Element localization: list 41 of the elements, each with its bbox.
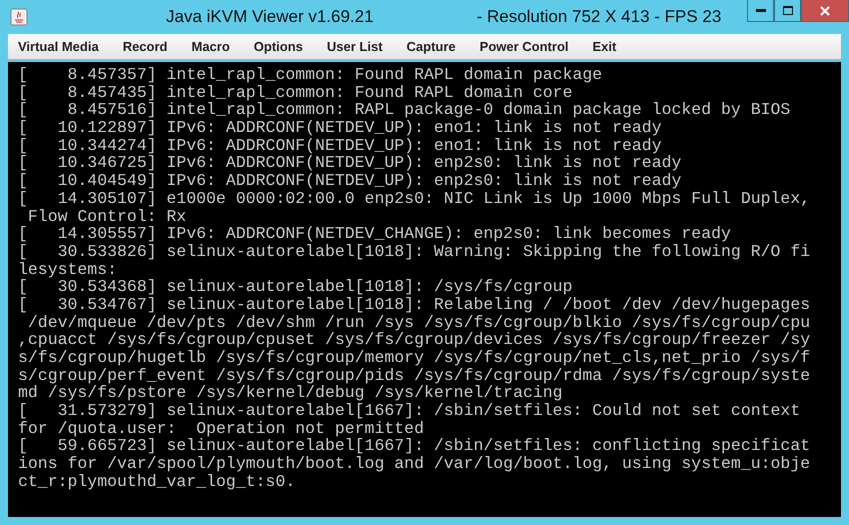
menu-item[interactable]: Capture: [406, 39, 466, 54]
menu-item[interactable]: User List: [326, 39, 393, 54]
java-app-icon: [10, 8, 28, 26]
console-line: lesystems:: [18, 260, 118, 278]
console-line: for /quota.user: Operation not permitted: [18, 420, 425, 438]
window-subtitle: - Resolution 752 X 413 - FPS 23: [476, 7, 722, 27]
console-line: [ 10.346725] IPv6: ADDRCONF(NETDEV_UP): enp2s0: link is not ready: [18, 154, 682, 172]
console-line: [ 10.122897] IPv6: ADDRCONF(NETDEV_UP): eno1: link is not ready: [18, 119, 663, 137]
console-line: [ 14.305107] e1000e 0000:02:00.0 enp2s0: NIC Link is Up 1000 Mbps Full Duplex,: [18, 190, 812, 208]
console-line: /dev/mqueue /dev/pts /dev/shm /run /sys /sys/fs/cgroup/blkio /sys/fs/cgroup/cpu: [26, 314, 812, 332]
menu-item[interactable]: Power Control: [480, 39, 578, 54]
maximize-icon: [782, 6, 792, 15]
console-line: [ 8.457357] intel_rapl_common: Found RAPL domain package: [18, 66, 604, 84]
console-line: [ 8.457435] intel_rapl_common: Found RAPL domain core: [18, 84, 574, 102]
menu-item[interactable]: Virtual Media: [18, 39, 109, 54]
console-line: [ 30.533826] selinux-autorelabel[1018]: Warning: Skipping the following R/O fi: [18, 242, 812, 261]
console-line: s/fs/cgroup/hugetlb /sys/fs/cgroup/memory /sys/fs/cgroup/net_cls,net_prio /sys/f: [18, 349, 812, 367]
close-icon: [820, 6, 830, 16]
console-line: [ 8.457516] intel_rapl_common: RAPL package-0 domain package locked by BIOS: [18, 101, 792, 120]
menu-item[interactable]: Options: [254, 39, 313, 54]
console-line: [ 30.534767] selinux-autorelabel[1018]: Relabeling / /boot /dev /dev/hugepages: [18, 296, 812, 314]
menu-item[interactable]: Record: [122, 39, 178, 54]
console-line: Flow Control: Rx: [26, 208, 188, 226]
menu-item[interactable]: Exit: [592, 39, 626, 54]
console-line: ,cpuacct /sys/fs/cgroup/cpuset /sys/fs/cgroup/devices /sys/fs/cgroup/freezer /sy: [18, 331, 812, 349]
console-line: [ 59.665723] selinux-autorelabel[1667]: /sbin/setfiles: conflicting specificat: [18, 437, 812, 456]
console-line: [ 10.344274] IPv6: ADDRCONF(NETDEV_UP): eno1: link is not ready: [18, 136, 663, 154]
console-line: md /sys/fs/pstore /sys/kernel/debug /sys/kernel/tracing: [18, 384, 563, 402]
minimize-button[interactable]: [747, 0, 774, 22]
minimize-icon: [756, 8, 766, 12]
menu-item[interactable]: Macro: [191, 39, 240, 54]
close-button[interactable]: [801, 0, 849, 22]
console-line: [ 31.573279] selinux-autorelabel[1667]: /sbin/setfiles: Could not set context: [18, 402, 802, 420]
console-line: s/cgroup/perf_event /sys/fs/cgroup/pids /sys/fs/cgroup/rdma /sys/fs/cgroup/syste: [18, 366, 812, 384]
console-line: [ 14.305557] IPv6: ADDRCONF(NETDEV_CHANGE): enp2s0: link becomes ready: [18, 225, 732, 243]
window-title: Java iKVM Viewer v1.69.21: [166, 7, 374, 27]
console-line: [ 30.534368] selinux-autorelabel[1018]: /sys/fs/cgroup: [18, 278, 574, 296]
console-line: ions for /var/spool/plymouth/boot.log and /var/log/boot.log, using system_u:obje: [18, 455, 812, 473]
console-line: ct_r:plymouthd_var_log_t:s0.: [18, 472, 296, 490]
maximize-button[interactable]: [774, 0, 801, 22]
console-line: [ 10.404549] IPv6: ADDRCONF(NETDEV_UP): enp2s0: link is not ready: [18, 172, 682, 190]
